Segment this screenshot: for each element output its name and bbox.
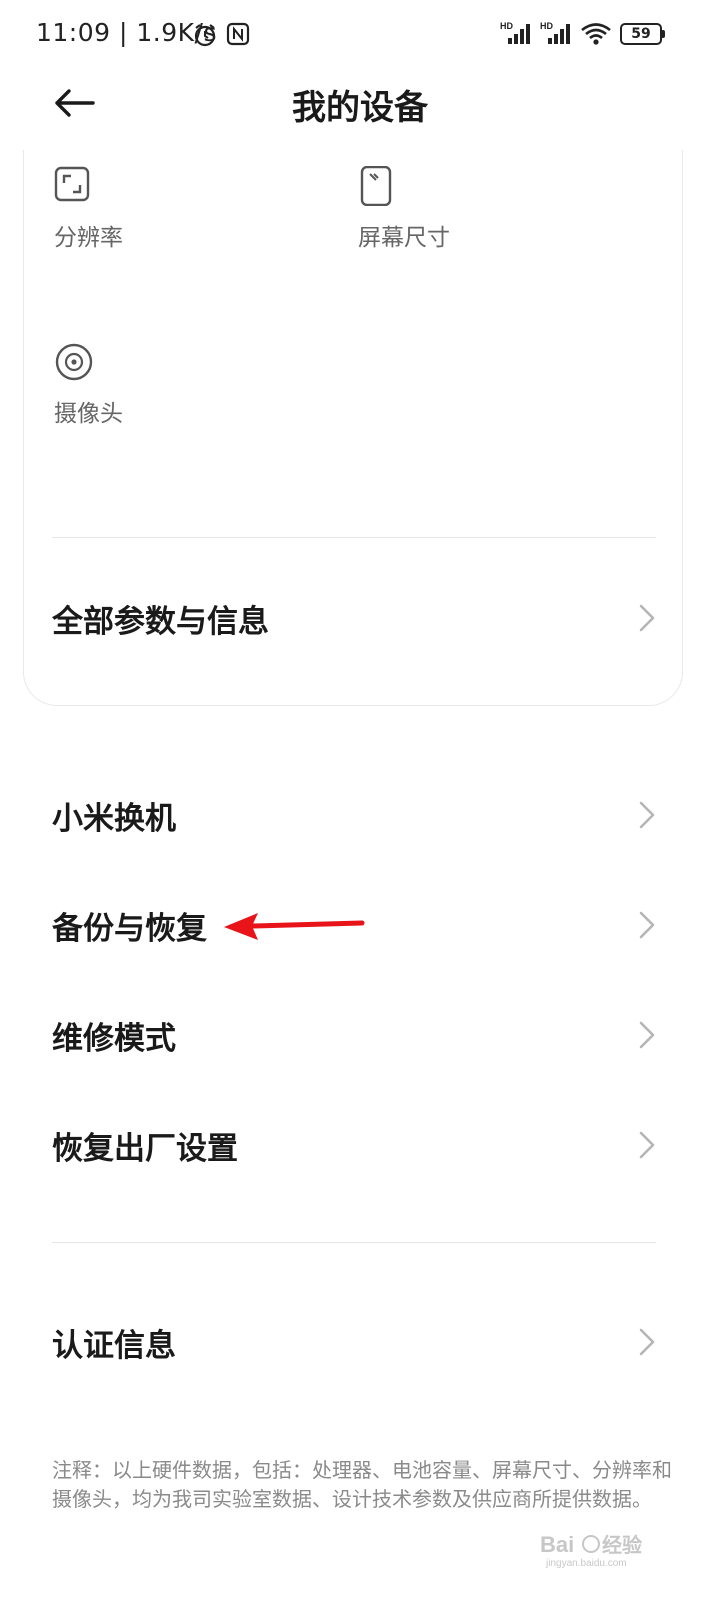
resolution-label: 分辨率 <box>54 225 123 251</box>
chevron-right-icon <box>639 801 655 829</box>
hd-signal-icon: HD <box>500 21 530 44</box>
menu-item-label: 备份与恢复 <box>52 910 207 947</box>
nfc-icon <box>226 22 250 46</box>
alarm-icon <box>194 24 216 47</box>
svg-text:HD: HD <box>500 21 513 31</box>
battery-level: 59 <box>631 26 651 42</box>
device-specs-card: 分辨率 屏幕尺寸 摄像头 全部参数与信息 <box>23 150 683 706</box>
hd-signal-icon: HD <box>540 21 570 44</box>
all-params-label: 全部参数与信息 <box>52 603 269 640</box>
svg-text:HD: HD <box>540 21 553 31</box>
chevron-right-icon <box>639 604 655 632</box>
chevron-right-icon <box>639 1328 655 1356</box>
page-title: 我的设备 <box>292 88 428 128</box>
menu-item-mi-mover[interactable]: 小米换机 <box>52 770 656 860</box>
status-bar: 11:09 | 1.9K/s HD HD 59 <box>0 0 720 68</box>
camera-lens-icon <box>55 343 93 381</box>
menu-item-label: 认证信息 <box>52 1327 176 1364</box>
menu-item-repair-mode[interactable]: 维修模式 <box>52 990 656 1080</box>
divider <box>52 537 656 538</box>
camera-label: 摄像头 <box>54 401 123 427</box>
menu-item-label: 小米换机 <box>52 800 176 837</box>
all-params-row[interactable]: 全部参数与信息 <box>52 570 656 666</box>
svg-text:经验: 经验 <box>602 1533 642 1557</box>
baidu-watermark-logo: Bai 经验 jingyan.baidu.com <box>540 1532 642 1568</box>
divider <box>52 1242 656 1243</box>
wifi-icon <box>581 23 611 45</box>
chevron-right-icon <box>639 1131 655 1159</box>
status-time-speed: 11:09 | 1.9K/s <box>36 18 217 47</box>
menu-item-label: 维修模式 <box>52 1020 176 1057</box>
screen-size-label: 屏幕尺寸 <box>358 225 450 251</box>
svg-text:jingyan.baidu.com: jingyan.baidu.com <box>545 1558 627 1568</box>
annotation-arrow-icon <box>224 913 365 940</box>
menu-item-label: 恢复出厂设置 <box>52 1130 238 1167</box>
resolution-icon <box>54 166 90 202</box>
menu-item-factory-reset[interactable]: 恢复出厂设置 <box>52 1100 656 1190</box>
menu-item-certification[interactable]: 认证信息 <box>52 1297 656 1387</box>
phone-screen-icon <box>360 166 392 206</box>
svg-text:Bai: Bai <box>540 1532 574 1557</box>
chevron-right-icon <box>639 1021 655 1049</box>
battery-icon: 59 <box>620 23 666 45</box>
footnote: 注释：以上硬件数据，包括：处理器、电池容量、屏幕尺寸、分辨率和摄像头，均为我司实… <box>52 1458 672 1511</box>
chevron-right-icon <box>639 911 655 939</box>
